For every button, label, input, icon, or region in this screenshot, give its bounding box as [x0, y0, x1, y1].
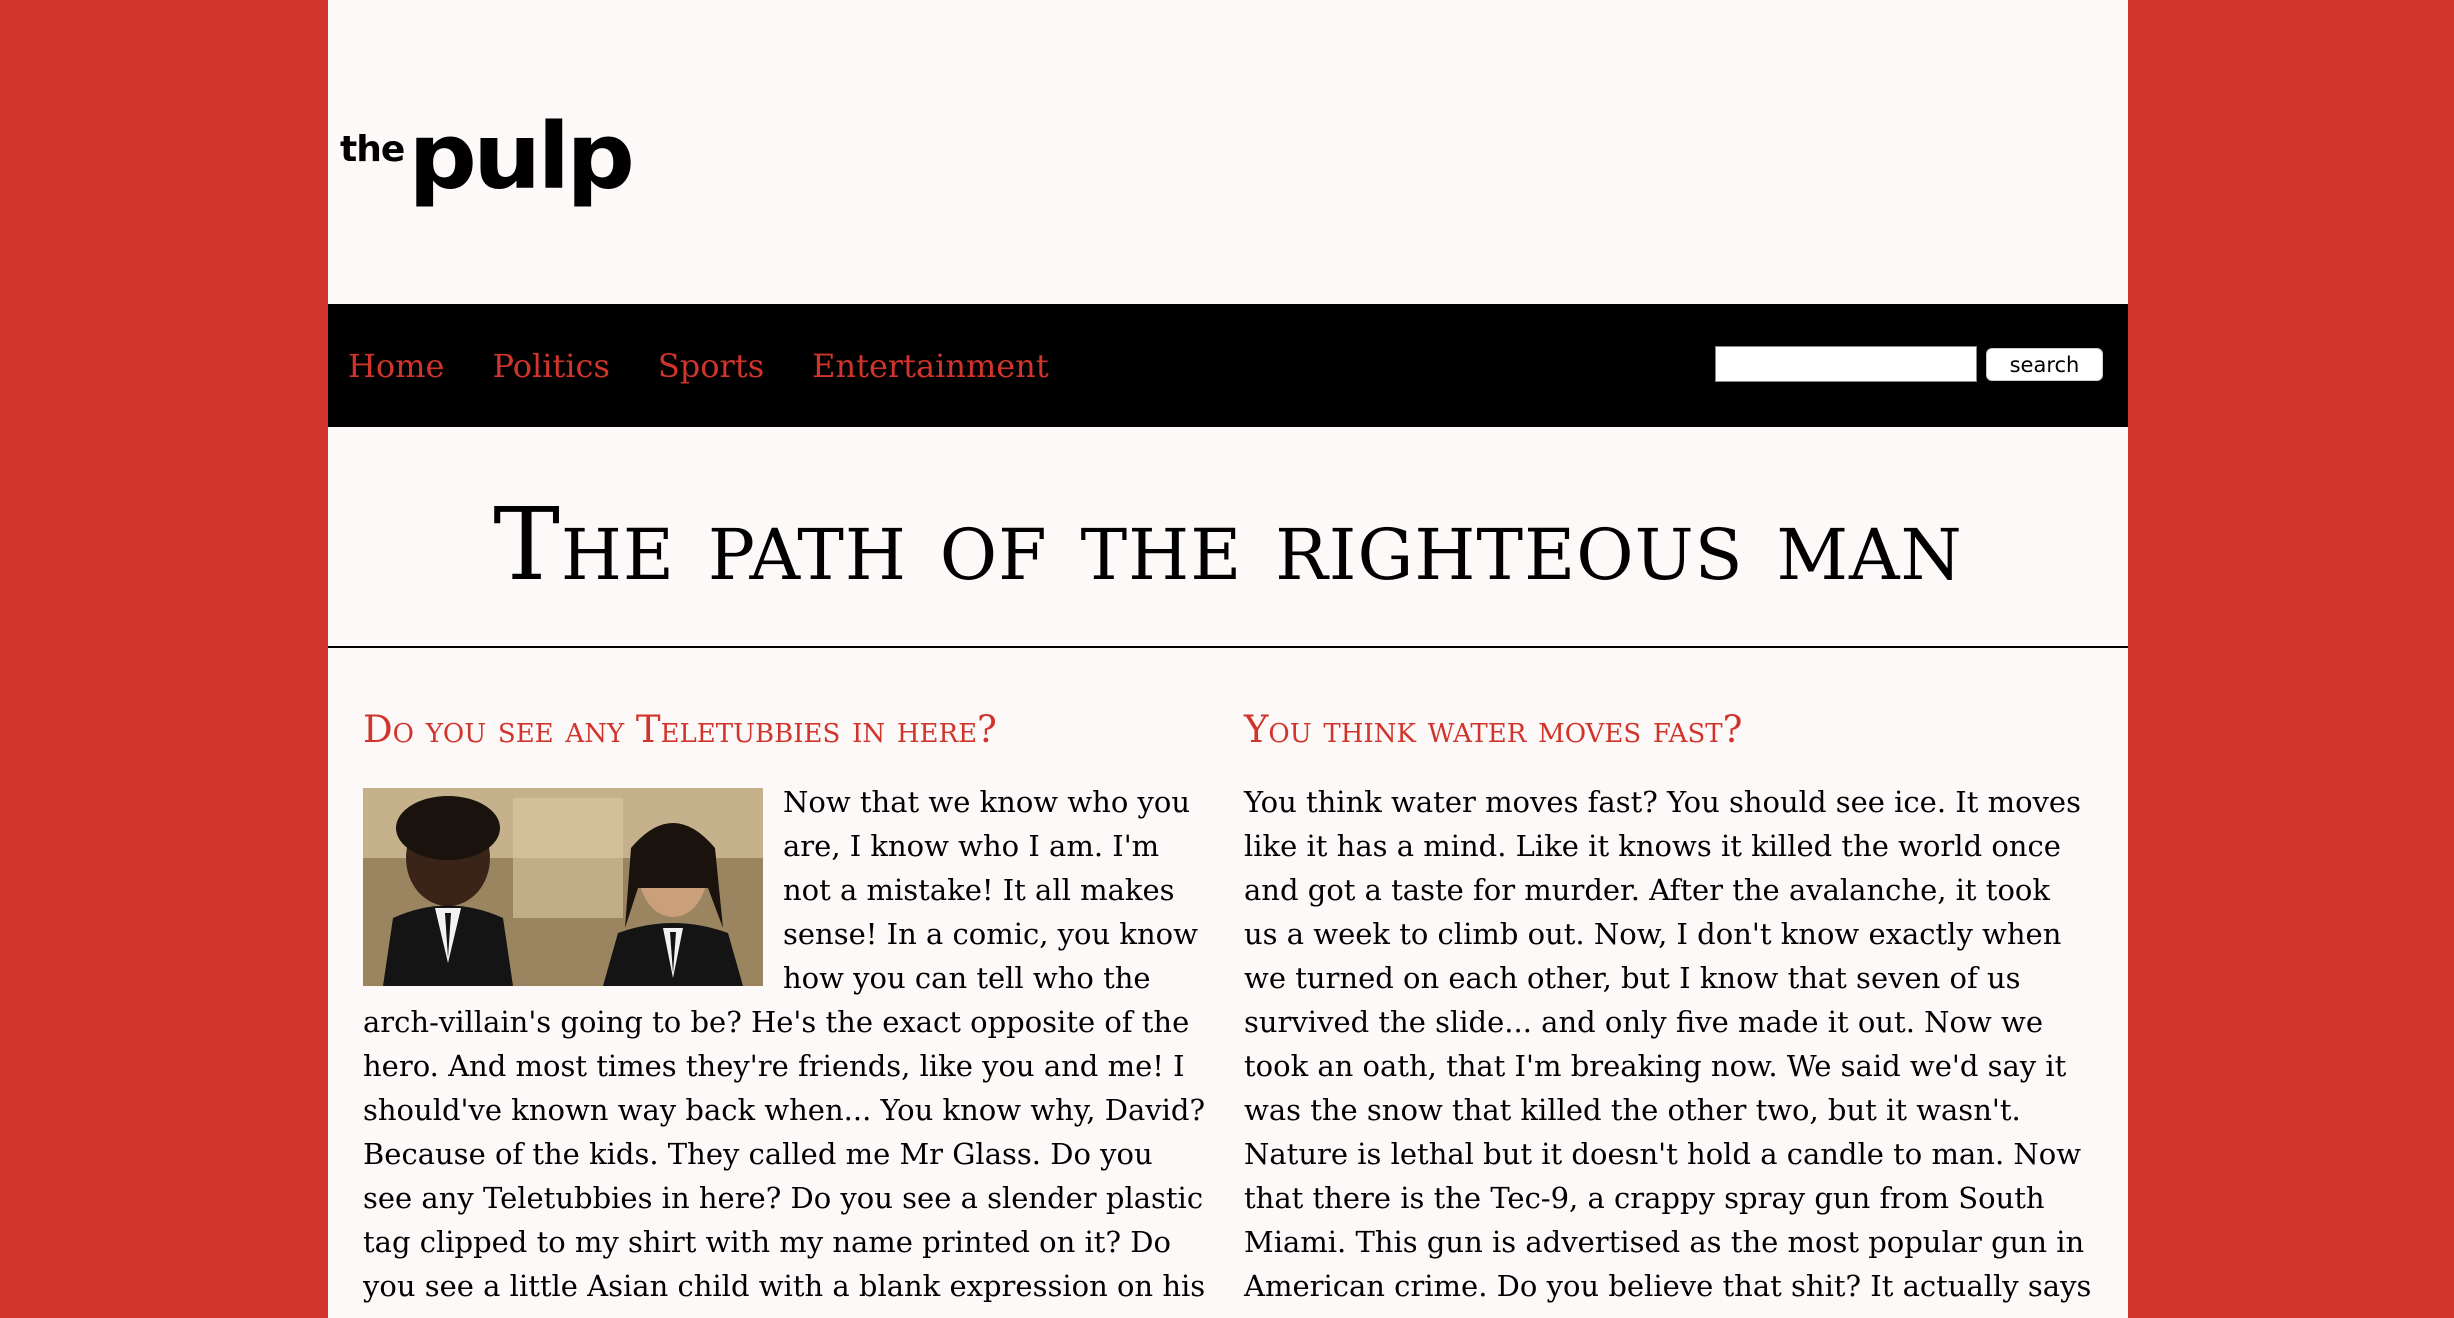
title-divider [328, 646, 2128, 648]
nav-item-politics[interactable]: Politics [492, 346, 609, 386]
nav-item-sports[interactable]: Sports [658, 346, 764, 386]
page-title: The path of the righteous man [493, 486, 1963, 603]
article-heading-right[interactable]: You think water moves fast? [1244, 700, 2092, 760]
search-input[interactable] [1715, 346, 1977, 382]
logo-large-text: pulp [408, 102, 635, 210]
site-logo[interactable]: the pulp [340, 96, 635, 210]
site-header: the pulp [328, 0, 2128, 304]
article-image [363, 788, 763, 986]
article-column-left: Do you see any Teletubbies in here? Now … [363, 700, 1211, 1318]
nav-item-home[interactable]: Home [348, 346, 444, 386]
article-column-right: You think water moves fast? You think wa… [1244, 700, 2092, 1318]
search-button[interactable]: search [1986, 348, 2103, 381]
nav-item-entertainment[interactable]: Entertainment [812, 346, 1049, 386]
page-container: the pulp Home Politics Sports Entertainm… [328, 0, 2128, 1318]
logo-small-text: the [340, 129, 405, 170]
article-body-right: You think water moves fast? You should s… [1244, 785, 2092, 1318]
nav-links: Home Politics Sports Entertainment [348, 304, 1097, 427]
article-heading-left[interactable]: Do you see any Teletubbies in here? [363, 700, 1211, 760]
movie-still-image [363, 788, 763, 986]
